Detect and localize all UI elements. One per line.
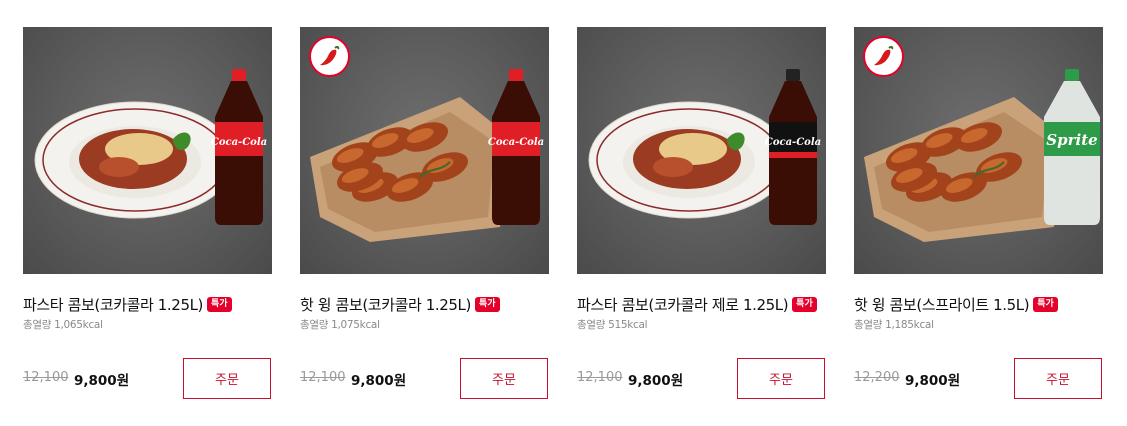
product-card: Coca-Cola 핫 윙 콤보(코카콜라 1.25L) 특가 총열량 1,07… <box>300 27 549 402</box>
product-card: Coca-Cola 파스타 콤보(코카콜라 제로 1.25L) 특가 총열량 5… <box>577 27 826 402</box>
product-title-row: 핫 윙 콤보(스프라이트 1.5L) 특가 <box>854 293 1114 315</box>
special-price-badge: 특가 <box>1033 296 1058 312</box>
svg-text:Coca-Cola: Coca-Cola <box>211 137 267 148</box>
product-title-row: 파스타 콤보(코카콜라 제로 1.25L) 특가 <box>577 293 837 315</box>
sale-price: 9,800원 <box>905 373 961 389</box>
spicy-badge <box>309 36 350 77</box>
product-photo[interactable]: Sprite <box>854 27 1103 274</box>
product-title-row: 핫 윙 콤보(코카콜라 1.25L) 특가 <box>300 293 560 315</box>
calories: 총열량 1,065kcal <box>23 319 103 331</box>
product-name: 핫 윙 콤보(코카콜라 1.25L) <box>300 295 471 314</box>
original-price: 12,100 <box>577 370 623 385</box>
product-title-row: 파스타 콤보(코카콜라 1.25L) 특가 <box>23 293 283 315</box>
chili-icon <box>320 45 340 66</box>
product-photo[interactable]: Coca-Cola <box>23 27 272 274</box>
calories: 총열량 515kcal <box>577 319 648 331</box>
product-name: 파스타 콤보(코카콜라 제로 1.25L) <box>577 295 789 314</box>
calories: 총열량 1,185kcal <box>854 319 934 331</box>
product-photo[interactable]: Coca-Cola <box>300 27 549 274</box>
order-button[interactable]: 주문 <box>737 358 825 399</box>
order-button[interactable]: 주문 <box>460 358 548 399</box>
product-grid: Coca-Cola 파스타 콤보(코카콜라 1.25L) 특가 총열량 1,06… <box>0 0 1127 426</box>
sale-price: 9,800원 <box>351 373 407 389</box>
original-price: 12,100 <box>300 370 346 385</box>
special-price-badge: 특가 <box>207 296 232 312</box>
food-image: Coca-Cola <box>34 69 267 225</box>
sale-price: 9,800원 <box>628 373 684 389</box>
special-price-badge: 특가 <box>792 296 817 312</box>
order-button[interactable]: 주문 <box>183 358 271 399</box>
food-image: Coca-Cola <box>588 69 821 225</box>
special-price-badge: 특가 <box>474 296 500 312</box>
svg-text:Sprite: Sprite <box>1046 131 1097 149</box>
spicy-badge <box>863 36 904 77</box>
original-price: 12,100 <box>23 370 69 385</box>
product-card: Coca-Cola 파스타 콤보(코카콜라 1.25L) 특가 총열량 1,06… <box>23 27 272 402</box>
product-name: 핫 윙 콤보(스프라이트 1.5L) <box>854 295 1030 314</box>
product-card: Sprite 핫 윙 콤보(스프라이트 1.5L) 특가 총열량 1,185kc… <box>854 27 1103 402</box>
calories: 총열량 1,075kcal <box>300 319 380 331</box>
original-price: 12,200 <box>854 370 900 385</box>
order-button[interactable]: 주문 <box>1014 358 1102 399</box>
svg-text:Coca-Cola: Coca-Cola <box>488 137 544 148</box>
product-photo[interactable]: Coca-Cola <box>577 27 826 274</box>
sale-price: 9,800원 <box>74 373 130 389</box>
product-name: 파스타 콤보(코카콜라 1.25L) <box>23 295 203 314</box>
svg-text:Coca-Cola: Coca-Cola <box>765 137 821 148</box>
chili-icon <box>874 45 894 66</box>
